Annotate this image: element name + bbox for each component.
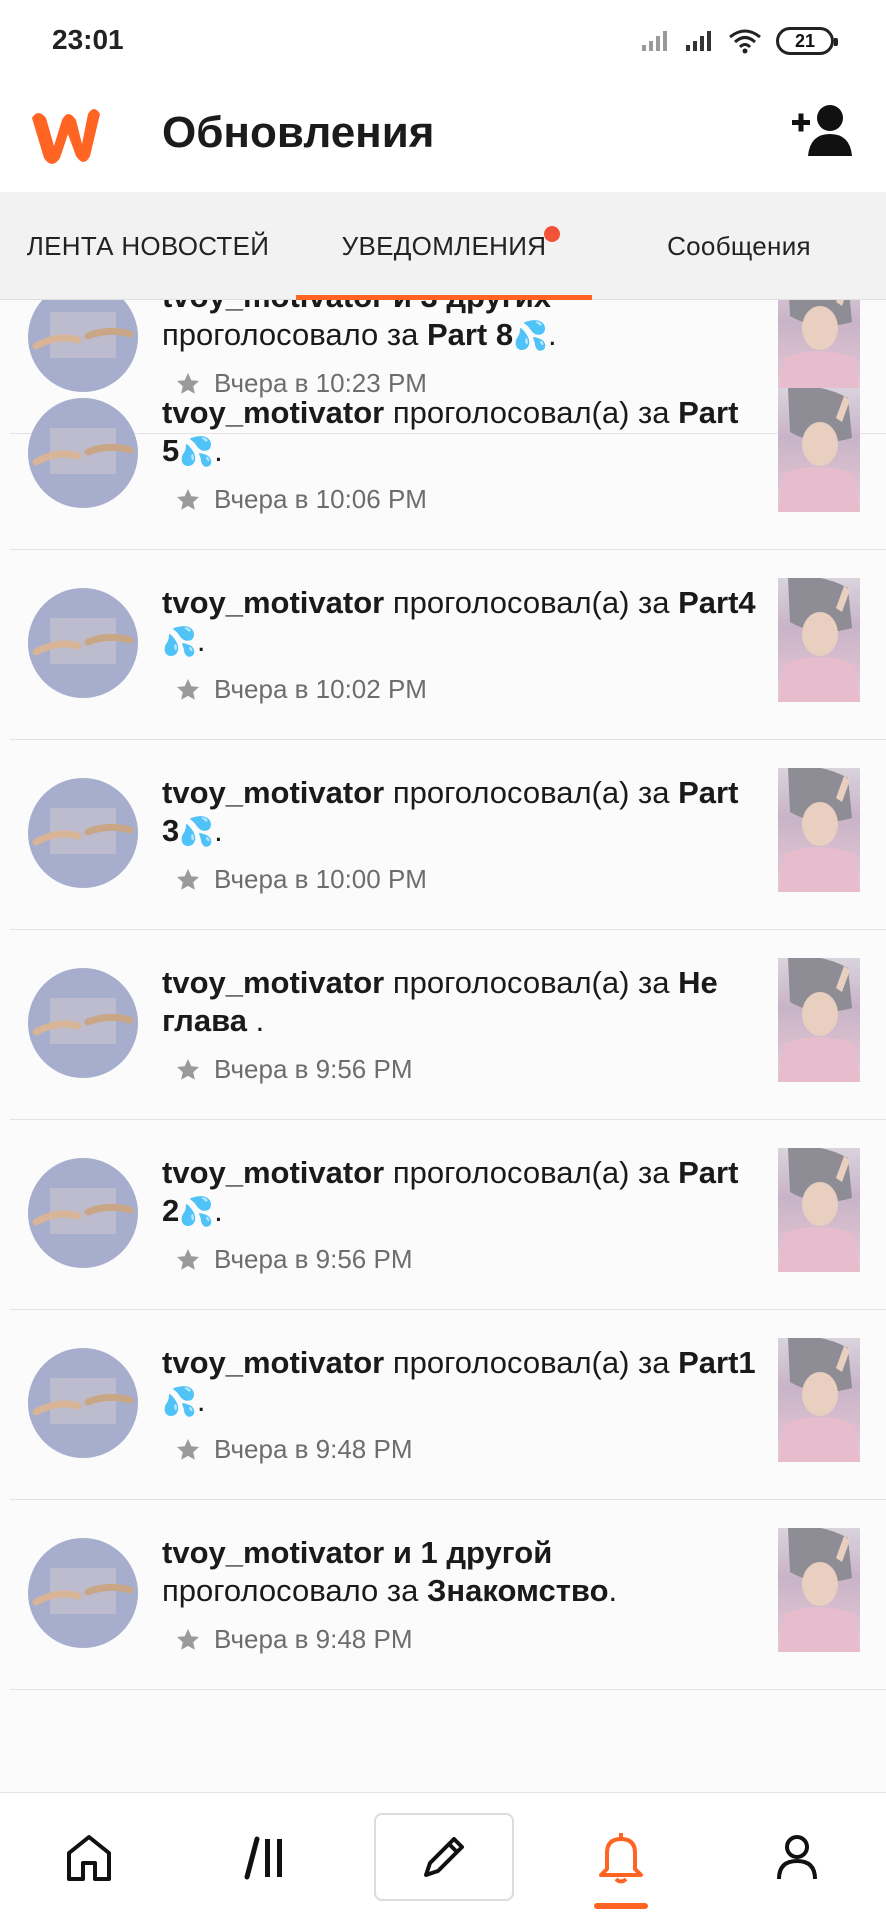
nav-library-button[interactable] — [212, 1817, 322, 1897]
story-link[interactable]: Знакомство — [427, 1573, 609, 1608]
nav-write-button[interactable] — [374, 1813, 514, 1901]
list-item[interactable]: tvoy_motivator проголосовал(а) за Part 5… — [10, 360, 886, 550]
status-time: 23:01 — [52, 24, 124, 55]
notification-list[interactable]: tvoy_motivator и 3 другихпроголосовало з… — [0, 300, 886, 1792]
nav-active-indicator — [594, 1903, 648, 1909]
tab-notifications[interactable]: УВЕДОМЛЕНИЯ — [296, 192, 592, 300]
actor-name[interactable]: tvoy_motivator — [162, 395, 384, 430]
star-icon — [177, 1248, 199, 1270]
timestamp: Вчера в 9:48 PM — [214, 1624, 413, 1654]
story-cover[interactable] — [778, 768, 860, 892]
pencil-icon — [424, 1837, 464, 1877]
star-icon — [177, 678, 199, 700]
notification-text: tvoy_motivator и 1 другой проголосовало з… — [162, 1535, 618, 1608]
signal-weak-icon — [642, 31, 667, 51]
list-item[interactable]: tvoy_motivator проголосовал(а) за Part4💦… — [10, 550, 886, 740]
notification-text: tvoy_motivator проголосовал(а) за Не гла… — [162, 965, 718, 1038]
avatar[interactable] — [28, 968, 138, 1078]
page-title: Обновления — [162, 108, 435, 157]
list-item[interactable]: tvoy_motivator проголосовал(а) за Part 2… — [10, 1120, 886, 1310]
list-item[interactable]: tvoy_motivator проголосовал(а) за Не гла… — [10, 930, 886, 1120]
timestamp: Вчера в 9:56 PM — [214, 1054, 413, 1084]
app-header: Обновления — [0, 80, 886, 192]
avatar[interactable] — [28, 1538, 138, 1648]
notification-meta: Вчера в 9:56 PM — [176, 1244, 413, 1275]
notification-meta: Вчера в 10:02 PM — [176, 674, 427, 705]
avatar[interactable] — [28, 588, 138, 698]
notification-meta: Вчера в 9:56 PM — [176, 1054, 413, 1085]
story-cover[interactable] — [778, 388, 860, 512]
bottom-navigation — [0, 1792, 886, 1920]
timestamp: Вчера в 9:48 PM — [214, 1434, 413, 1464]
home-icon — [67, 1835, 111, 1881]
story-cover[interactable] — [778, 1338, 860, 1462]
star-icon — [177, 1058, 199, 1080]
wattpad-logo[interactable] — [26, 100, 102, 172]
avatar[interactable] — [28, 1348, 138, 1458]
notification-text: tvoy_motivator и 3 другихпроголосовало з… — [162, 300, 762, 355]
timestamp: Вчера в 10:02 PM — [214, 674, 427, 704]
notification-dot — [544, 226, 560, 242]
story-link[interactable]: Part4 — [678, 585, 756, 620]
timestamp: Вчера в 10:00 PM — [214, 864, 427, 894]
avatar[interactable] — [28, 398, 138, 508]
nav-home-button[interactable] — [34, 1817, 144, 1897]
avatar[interactable] — [28, 778, 138, 888]
actor-name[interactable]: tvoy_motivator и 1 другой — [162, 1535, 552, 1570]
bell-icon — [599, 1833, 643, 1884]
status-bar: 23:01 21 — [0, 0, 886, 80]
tab-news-feed[interactable]: ЛЕНТА НОВОСТЕЙ — [0, 192, 296, 300]
star-icon — [177, 868, 199, 890]
story-cover[interactable] — [778, 578, 860, 702]
tab-bar: ЛЕНТА НОВОСТЕЙ УВЕДОМЛЕНИЯ Сообщения — [0, 192, 886, 301]
list-item[interactable]: tvoy_motivator проголосовал(а) за Part1💦… — [10, 1310, 886, 1500]
actor-name[interactable]: tvoy_motivator — [162, 1155, 384, 1190]
actor-name[interactable]: tvoy_motivator — [162, 775, 384, 810]
story-link[interactable]: Part1 — [678, 1345, 756, 1380]
actor-name[interactable]: tvoy_motivator — [162, 585, 384, 620]
actor-name[interactable]: tvoy_motivator — [162, 1345, 384, 1380]
notification-meta: Вчера в 9:48 PM — [176, 1434, 413, 1465]
profile-icon — [777, 1835, 817, 1880]
battery-icon: 21 — [776, 27, 838, 55]
signal-icon — [686, 31, 711, 51]
notification-meta: Вчера в 10:00 PM — [176, 864, 427, 895]
notification-meta: Вчера в 9:48 PM — [176, 1624, 413, 1655]
avatar[interactable] — [28, 1158, 138, 1268]
notification-text: tvoy_motivator проголосовал(а) за Part 5… — [162, 395, 739, 468]
story-cover[interactable] — [778, 958, 860, 1082]
notification-text: tvoy_motivator проголосовал(а) за Part 2… — [162, 1155, 739, 1228]
library-icon — [244, 1836, 282, 1880]
actor-name[interactable]: tvoy_motivator — [162, 965, 384, 1000]
actor-name[interactable]: tvoy_motivator и 3 других — [162, 300, 551, 314]
notification-text: tvoy_motivator проголосовал(а) за Part4💦… — [162, 585, 756, 658]
add-friend-icon[interactable] — [790, 100, 854, 160]
tab-messages[interactable]: Сообщения — [592, 192, 886, 300]
story-cover[interactable] — [778, 1528, 860, 1652]
timestamp: Вчера в 9:56 PM — [214, 1244, 413, 1274]
nav-notifications-button[interactable] — [566, 1817, 676, 1897]
notification-text: tvoy_motivator проголосовал(а) за Part 3… — [162, 775, 739, 848]
story-link[interactable]: Part 8 — [427, 317, 513, 352]
star-icon — [177, 1628, 199, 1650]
status-icons: 21 — [640, 24, 838, 58]
star-icon — [177, 1438, 199, 1460]
nav-profile-button[interactable] — [742, 1817, 852, 1897]
notification-text: tvoy_motivator проголосовал(а) за Part1💦… — [162, 1345, 756, 1418]
timestamp: Вчера в 10:06 PM — [214, 484, 427, 514]
list-item[interactable]: tvoy_motivator проголосовал(а) за Part 3… — [10, 740, 886, 930]
story-cover[interactable] — [778, 1148, 860, 1272]
star-icon — [177, 488, 199, 510]
wifi-icon — [729, 29, 761, 54]
notification-meta: Вчера в 10:06 PM — [176, 484, 427, 515]
list-item[interactable]: tvoy_motivator и 1 другой проголосовало з… — [10, 1500, 886, 1690]
